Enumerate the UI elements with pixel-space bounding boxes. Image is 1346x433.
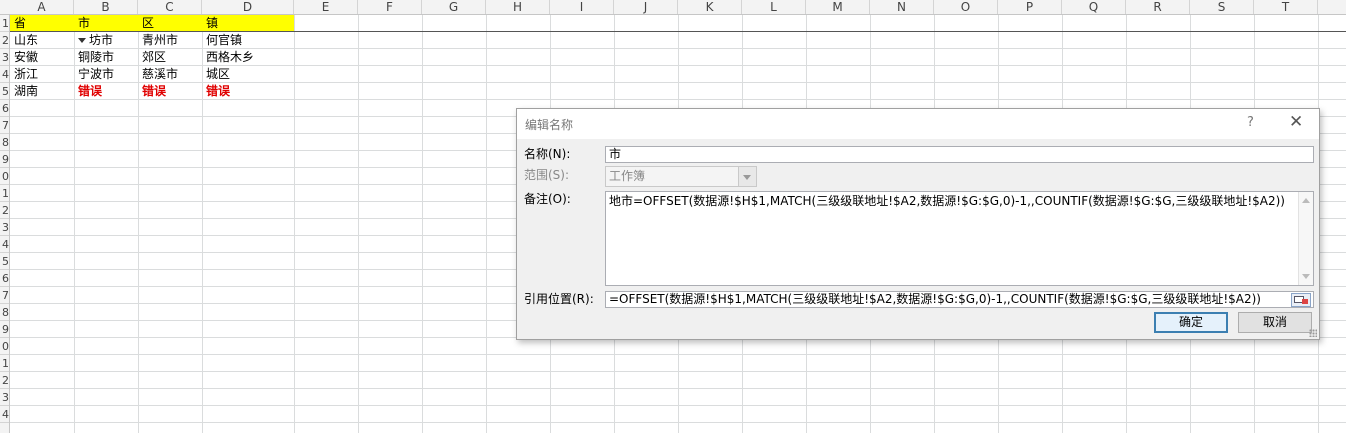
close-icon[interactable]: ✕ bbox=[1289, 112, 1303, 132]
column-header-b[interactable]: B bbox=[74, 0, 138, 14]
column-header-bar: A B C D E F G H I J K L M N O P Q R S T bbox=[0, 0, 1346, 15]
refers-to-input[interactable]: =OFFSET(数据源!$H$1,MATCH(三级级联地址!$A2,数据源!$G… bbox=[605, 291, 1314, 308]
cell-d5[interactable]: 错误 bbox=[202, 83, 294, 100]
cell-a5[interactable]: 湖南 bbox=[10, 83, 74, 100]
row-header[interactable]: 3 bbox=[0, 49, 9, 66]
row-header[interactable]: 2 bbox=[0, 32, 9, 49]
cell-a4[interactable]: 浙江 bbox=[10, 66, 74, 83]
name-input[interactable]: 市 bbox=[605, 146, 1314, 163]
column-header-q[interactable]: Q bbox=[1062, 0, 1126, 14]
refers-to-value: =OFFSET(数据源!$H$1,MATCH(三级级联地址!$A2,数据源!$G… bbox=[609, 292, 1261, 306]
row-header[interactable]: 9 bbox=[0, 321, 9, 338]
chevron-down-icon bbox=[738, 167, 756, 186]
row-header[interactable]: 1 bbox=[0, 185, 9, 202]
row-header[interactable]: 3 bbox=[0, 389, 9, 406]
cell-a2[interactable]: 山东 bbox=[10, 32, 74, 49]
row-header[interactable]: 6 bbox=[0, 100, 9, 117]
scope-label: 范围(S): bbox=[524, 168, 570, 182]
dialog-title-bar[interactable]: 编辑名称 ? ✕ bbox=[517, 109, 1319, 139]
cell-d4[interactable]: 城区 bbox=[202, 66, 294, 83]
column-header-p[interactable]: P bbox=[998, 0, 1062, 14]
column-header-k[interactable]: K bbox=[678, 0, 742, 14]
row-header[interactable]: 3 bbox=[0, 219, 9, 236]
column-header-m[interactable]: M bbox=[806, 0, 870, 14]
cell-a1[interactable]: 省 bbox=[10, 15, 74, 32]
dialog-title: 编辑名称 bbox=[525, 118, 574, 132]
cell-c5[interactable]: 错误 bbox=[138, 83, 202, 100]
cell-b5[interactable]: 错误 bbox=[74, 83, 138, 100]
cell-d3[interactable]: 西格木乡 bbox=[202, 49, 294, 66]
row-header[interactable]: 4 bbox=[0, 406, 9, 423]
scroll-down-icon[interactable] bbox=[1302, 274, 1310, 279]
cell-c1[interactable]: 区 bbox=[138, 15, 202, 32]
refers-to-label: 引用位置(R): bbox=[524, 292, 594, 306]
dropdown-arrow-icon[interactable] bbox=[78, 38, 86, 43]
column-header-s[interactable]: S bbox=[1190, 0, 1254, 14]
row-header[interactable]: 4 bbox=[0, 66, 9, 83]
cell-b2-text: 坊市 bbox=[89, 33, 114, 47]
column-header-g[interactable]: G bbox=[422, 0, 486, 14]
cell-b3[interactable]: 铜陵市 bbox=[74, 49, 138, 66]
comment-label: 备注(O): bbox=[524, 192, 571, 206]
cell-c2[interactable]: 青州市 bbox=[138, 32, 202, 49]
row-header[interactable]: 9 bbox=[0, 151, 9, 168]
cell-c4[interactable]: 慈溪市 bbox=[138, 66, 202, 83]
row-header[interactable]: 1 bbox=[0, 355, 9, 372]
row-header[interactable]: 2 bbox=[0, 372, 9, 389]
help-icon[interactable]: ? bbox=[1247, 115, 1254, 130]
row-header[interactable]: 4 bbox=[0, 236, 9, 253]
cell-c3[interactable]: 郊区 bbox=[138, 49, 202, 66]
row-header[interactable]: 8 bbox=[0, 134, 9, 151]
row-header[interactable]: 7 bbox=[0, 287, 9, 304]
column-header-l[interactable]: L bbox=[742, 0, 806, 14]
ok-button[interactable]: 确定 bbox=[1154, 312, 1228, 333]
row-header[interactable]: 5 bbox=[0, 253, 9, 270]
cell-b4[interactable]: 宁波市 bbox=[74, 66, 138, 83]
column-header-f[interactable]: F bbox=[358, 0, 422, 14]
name-input-value: 市 bbox=[609, 147, 622, 161]
column-header-j[interactable]: J bbox=[614, 0, 678, 14]
row-header[interactable]: 8 bbox=[0, 304, 9, 321]
row-header[interactable]: 6 bbox=[0, 270, 9, 287]
cancel-button[interactable]: 取消 bbox=[1238, 312, 1312, 333]
cell-b2[interactable]: 坊市 bbox=[74, 32, 138, 49]
row-header[interactable]: 2 bbox=[0, 202, 9, 219]
column-header-h[interactable]: H bbox=[486, 0, 550, 14]
cell-d1[interactable]: 镇 bbox=[202, 15, 294, 32]
comment-text: 地市=OFFSET(数据源!$H$1,MATCH(三级级联地址!$A2,数据源!… bbox=[609, 194, 1285, 208]
column-header-i[interactable]: I bbox=[550, 0, 614, 14]
row-header-bar: 1 2 3 4 5 6 7 8 9 0 1 2 3 4 5 6 7 8 9 0 … bbox=[0, 15, 10, 433]
column-header-n[interactable]: N bbox=[870, 0, 934, 14]
row-header[interactable]: 7 bbox=[0, 117, 9, 134]
cell-a3[interactable]: 安徽 bbox=[10, 49, 74, 66]
row-header[interactable]: 0 bbox=[0, 168, 9, 185]
name-label: 名称(N): bbox=[524, 147, 571, 161]
cell-d2[interactable]: 何官镇 bbox=[202, 32, 294, 49]
row-header[interactable]: 1 bbox=[0, 15, 9, 32]
cell-b1[interactable]: 市 bbox=[74, 15, 138, 32]
row-header[interactable]: 0 bbox=[0, 338, 9, 355]
column-header-e[interactable]: E bbox=[294, 0, 358, 14]
column-header-t[interactable]: T bbox=[1254, 0, 1318, 14]
comment-scrollbar[interactable] bbox=[1298, 192, 1313, 285]
column-header-o[interactable]: O bbox=[934, 0, 998, 14]
row-header[interactable]: 5 bbox=[0, 83, 9, 100]
column-header-a[interactable]: A bbox=[10, 0, 74, 14]
scope-select: 工作簿 bbox=[605, 166, 757, 187]
collapse-dialog-icon[interactable] bbox=[1291, 293, 1311, 307]
edit-name-dialog: 编辑名称 ? ✕ 名称(N): 市 范围(S): 工作簿 备注(O): 地市=O… bbox=[516, 108, 1320, 340]
resize-grip-icon[interactable] bbox=[1309, 329, 1317, 337]
scope-select-value: 工作簿 bbox=[609, 169, 646, 183]
comment-textarea[interactable]: 地市=OFFSET(数据源!$H$1,MATCH(三级级联地址!$A2,数据源!… bbox=[605, 191, 1314, 286]
scroll-up-icon[interactable] bbox=[1302, 198, 1310, 203]
column-header-d[interactable]: D bbox=[202, 0, 294, 14]
column-header-c[interactable]: C bbox=[138, 0, 202, 14]
column-header-r[interactable]: R bbox=[1126, 0, 1190, 14]
